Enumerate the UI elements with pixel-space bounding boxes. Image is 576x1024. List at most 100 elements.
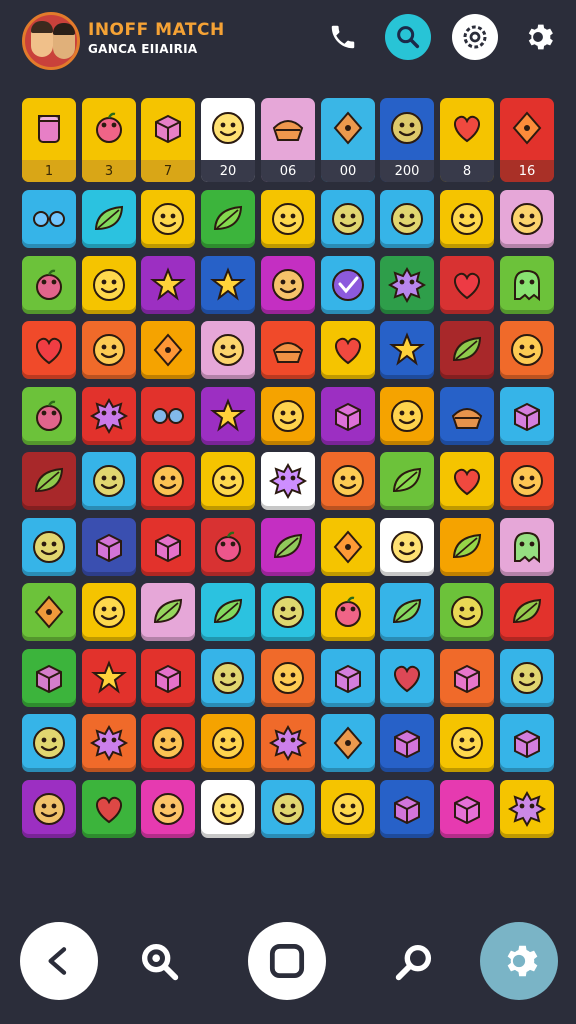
- game-tile[interactable]: [261, 648, 315, 707]
- nav-search-button[interactable]: [134, 936, 186, 988]
- game-tile[interactable]: [22, 255, 76, 314]
- game-tile[interactable]: [321, 321, 375, 379]
- game-tile[interactable]: [82, 452, 136, 510]
- game-tile[interactable]: [82, 255, 136, 314]
- game-tile[interactable]: 7: [141, 98, 195, 182]
- game-tile[interactable]: [22, 714, 76, 772]
- game-tile[interactable]: [440, 321, 494, 379]
- game-tile[interactable]: 16: [500, 98, 554, 182]
- game-tile[interactable]: [141, 452, 195, 510]
- game-tile[interactable]: [500, 321, 554, 379]
- game-tile[interactable]: [440, 714, 494, 772]
- game-tile[interactable]: [500, 648, 554, 707]
- game-tile[interactable]: 00: [321, 98, 375, 182]
- game-tile[interactable]: [261, 517, 315, 576]
- game-tile[interactable]: [500, 386, 554, 445]
- game-tile[interactable]: [380, 255, 434, 314]
- settings-icon[interactable]: [452, 14, 498, 60]
- game-tile[interactable]: [82, 321, 136, 379]
- game-tile[interactable]: [201, 321, 255, 379]
- game-tile[interactable]: [500, 714, 554, 772]
- game-tile[interactable]: [261, 583, 315, 641]
- game-tile[interactable]: [321, 255, 375, 314]
- game-tile[interactable]: [141, 583, 195, 641]
- game-tile[interactable]: [440, 583, 494, 641]
- game-tile[interactable]: [22, 779, 76, 838]
- game-tile[interactable]: [141, 779, 195, 838]
- game-tile[interactable]: [500, 190, 554, 248]
- game-tile[interactable]: [22, 321, 76, 379]
- game-tile[interactable]: [201, 452, 255, 510]
- game-tile[interactable]: [261, 321, 315, 379]
- game-tile[interactable]: [261, 452, 315, 510]
- game-tile[interactable]: [141, 517, 195, 576]
- game-tile[interactable]: [500, 517, 554, 576]
- home-button[interactable]: [248, 922, 326, 1000]
- game-tile[interactable]: [201, 255, 255, 314]
- game-tile[interactable]: [440, 255, 494, 314]
- game-tile[interactable]: [440, 190, 494, 248]
- game-tile[interactable]: 8: [440, 98, 494, 182]
- back-button[interactable]: [20, 922, 98, 1000]
- game-tile[interactable]: [500, 779, 554, 838]
- game-tile[interactable]: [201, 648, 255, 707]
- game-tile[interactable]: [380, 648, 434, 707]
- game-tile[interactable]: [141, 648, 195, 707]
- game-tile[interactable]: [201, 583, 255, 641]
- game-tile[interactable]: [321, 583, 375, 641]
- game-tile[interactable]: [82, 779, 136, 838]
- game-tile[interactable]: [261, 190, 315, 248]
- game-tile[interactable]: [82, 648, 136, 707]
- game-tile[interactable]: [22, 386, 76, 445]
- game-tile[interactable]: [440, 386, 494, 445]
- game-tile[interactable]: [22, 190, 76, 248]
- game-tile[interactable]: [201, 517, 255, 576]
- game-tile[interactable]: [440, 779, 494, 838]
- game-tile[interactable]: [201, 190, 255, 248]
- game-tile[interactable]: [22, 452, 76, 510]
- game-tile[interactable]: [440, 517, 494, 576]
- game-tile[interactable]: 200: [380, 98, 434, 182]
- game-tile[interactable]: [500, 583, 554, 641]
- game-tile[interactable]: 06: [261, 98, 315, 182]
- game-tile[interactable]: [321, 714, 375, 772]
- game-tile[interactable]: [380, 452, 434, 510]
- game-tile[interactable]: [201, 779, 255, 838]
- game-tile[interactable]: 3: [82, 98, 136, 182]
- nav-pin-button[interactable]: [388, 936, 440, 988]
- game-tile[interactable]: [380, 714, 434, 772]
- game-tile[interactable]: [82, 386, 136, 445]
- game-tile[interactable]: [82, 190, 136, 248]
- game-tile[interactable]: [380, 517, 434, 576]
- game-tile[interactable]: [321, 452, 375, 510]
- game-tile[interactable]: [380, 321, 434, 379]
- game-tile[interactable]: [321, 517, 375, 576]
- game-tile[interactable]: 1: [22, 98, 76, 182]
- game-tile[interactable]: [321, 190, 375, 248]
- game-tile[interactable]: [440, 648, 494, 707]
- game-tile[interactable]: [261, 779, 315, 838]
- game-tile[interactable]: [82, 517, 136, 576]
- game-tile[interactable]: [321, 648, 375, 707]
- game-tile[interactable]: [380, 190, 434, 248]
- game-tile[interactable]: [141, 190, 195, 248]
- search-icon[interactable]: [385, 14, 431, 60]
- game-tile[interactable]: [22, 517, 76, 576]
- game-tile[interactable]: [201, 714, 255, 772]
- game-tile[interactable]: [500, 255, 554, 314]
- game-tile[interactable]: [22, 648, 76, 707]
- game-tile[interactable]: [380, 386, 434, 445]
- game-tile[interactable]: [321, 386, 375, 445]
- nav-settings-button[interactable]: [480, 922, 558, 1000]
- game-tile[interactable]: [321, 779, 375, 838]
- game-tile[interactable]: [261, 714, 315, 772]
- game-tile[interactable]: [380, 583, 434, 641]
- game-tile[interactable]: [261, 255, 315, 314]
- game-tile[interactable]: [141, 386, 195, 445]
- phone-icon[interactable]: [320, 14, 366, 60]
- game-tile[interactable]: [380, 779, 434, 838]
- game-tile[interactable]: [22, 583, 76, 641]
- game-tile[interactable]: [141, 714, 195, 772]
- game-tile[interactable]: [440, 452, 494, 510]
- game-tile[interactable]: [261, 386, 315, 445]
